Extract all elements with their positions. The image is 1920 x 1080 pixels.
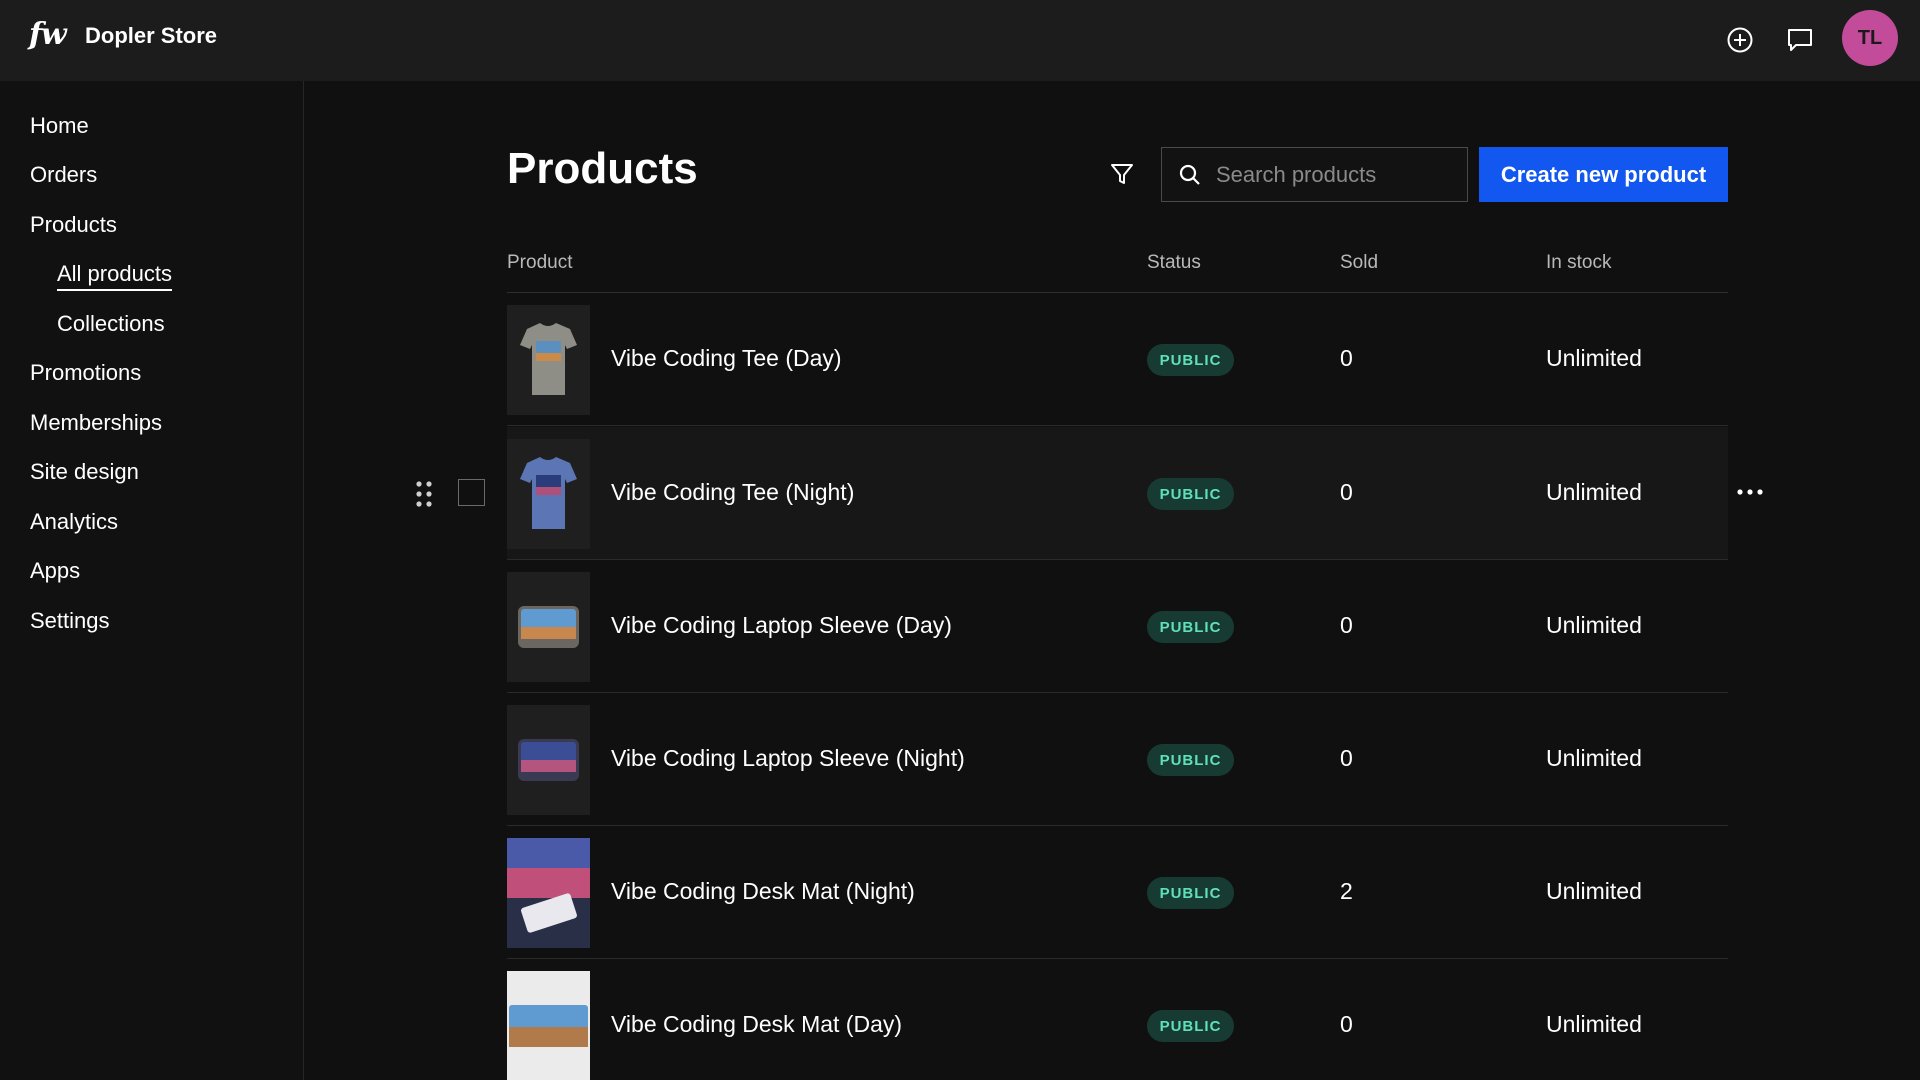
- row-checkbox[interactable]: [458, 479, 485, 506]
- plus-circle-icon[interactable]: [1720, 20, 1760, 60]
- table-row[interactable]: Vibe Coding Laptop Sleeve (Day) PUBLIC 0…: [507, 560, 1728, 693]
- sidebar-item-products[interactable]: Products: [30, 211, 117, 239]
- stock-value: Unlimited: [1546, 745, 1642, 771]
- drag-handle-icon[interactable]: [412, 478, 436, 510]
- sidebar-item-memberships[interactable]: Memberships: [30, 409, 162, 437]
- table-row[interactable]: Vibe Coding Tee (Night) PUBLIC 0 Unlimit…: [507, 427, 1728, 560]
- search-field[interactable]: [1161, 147, 1468, 202]
- search-icon: [1176, 161, 1204, 189]
- product-name[interactable]: Vibe Coding Tee (Night): [611, 479, 854, 506]
- status-badge: PUBLIC: [1147, 877, 1234, 909]
- sidebar-item-collections[interactable]: Collections: [57, 310, 165, 338]
- sidebar-item-home[interactable]: Home: [30, 112, 89, 140]
- product-name[interactable]: Vibe Coding Tee (Day): [611, 345, 842, 372]
- column-header-in-stock[interactable]: In stock: [1546, 252, 1611, 274]
- table-row[interactable]: Vibe Coding Desk Mat (Night) PUBLIC 2 Un…: [507, 826, 1728, 959]
- status-badge: PUBLIC: [1147, 478, 1234, 510]
- product-name[interactable]: Vibe Coding Laptop Sleeve (Day): [611, 612, 952, 639]
- sidebar-item-promotions[interactable]: Promotions: [30, 359, 141, 387]
- stock-value: Unlimited: [1546, 878, 1642, 904]
- app-logo[interactable]: fw: [29, 17, 67, 52]
- more-options-icon[interactable]: [1732, 480, 1768, 504]
- sold-count: 0: [1340, 1011, 1353, 1037]
- stock-value: Unlimited: [1546, 612, 1642, 638]
- column-header-product[interactable]: Product: [507, 252, 572, 274]
- status-badge: PUBLIC: [1147, 744, 1234, 776]
- status-badge: PUBLIC: [1147, 611, 1234, 643]
- stock-value: Unlimited: [1546, 1011, 1642, 1037]
- sidebar-item-apps[interactable]: Apps: [30, 557, 80, 585]
- product-thumbnail[interactable]: [507, 971, 590, 1080]
- search-input[interactable]: [1216, 161, 1456, 188]
- table-row[interactable]: Vibe Coding Desk Mat (Day) PUBLIC 0 Unli…: [507, 959, 1728, 1080]
- product-thumbnail[interactable]: [507, 705, 590, 815]
- store-name[interactable]: Dopler Store: [85, 23, 217, 49]
- chat-icon[interactable]: [1780, 20, 1820, 60]
- status-badge: PUBLIC: [1147, 1010, 1234, 1042]
- product-thumbnail[interactable]: [507, 305, 590, 415]
- sidebar: Home Orders Products All products Collec…: [0, 81, 304, 1080]
- column-header-sold[interactable]: Sold: [1340, 252, 1378, 274]
- stock-value: Unlimited: [1546, 345, 1642, 371]
- product-name[interactable]: Vibe Coding Desk Mat (Night): [611, 878, 915, 905]
- sold-count: 0: [1340, 479, 1353, 505]
- filter-icon[interactable]: [1102, 158, 1142, 190]
- sidebar-item-orders[interactable]: Orders: [30, 161, 97, 189]
- sold-count: 0: [1340, 745, 1353, 771]
- sidebar-item-analytics[interactable]: Analytics: [30, 508, 118, 536]
- table-row[interactable]: Vibe Coding Tee (Day) PUBLIC 0 Unlimited: [507, 293, 1728, 426]
- status-badge: PUBLIC: [1147, 344, 1234, 376]
- create-new-product-button[interactable]: Create new product: [1479, 147, 1728, 202]
- product-name[interactable]: Vibe Coding Laptop Sleeve (Night): [611, 745, 965, 772]
- sold-count: 2: [1340, 878, 1353, 904]
- page-title: Products: [507, 144, 698, 193]
- product-thumbnail[interactable]: [507, 572, 590, 682]
- avatar[interactable]: TL: [1842, 10, 1898, 66]
- sidebar-item-site-design[interactable]: Site design: [30, 458, 139, 486]
- stock-value: Unlimited: [1546, 479, 1642, 505]
- sidebar-item-settings[interactable]: Settings: [30, 607, 110, 635]
- column-header-status[interactable]: Status: [1147, 252, 1201, 274]
- sold-count: 0: [1340, 612, 1353, 638]
- product-name[interactable]: Vibe Coding Desk Mat (Day): [611, 1011, 902, 1038]
- table-row[interactable]: Vibe Coding Laptop Sleeve (Night) PUBLIC…: [507, 693, 1728, 826]
- product-thumbnail[interactable]: [507, 439, 590, 549]
- top-bar: fw Dopler Store TL: [0, 0, 1920, 81]
- sidebar-item-all-products[interactable]: All products: [57, 260, 172, 291]
- product-thumbnail[interactable]: [507, 838, 590, 948]
- sold-count: 0: [1340, 345, 1353, 371]
